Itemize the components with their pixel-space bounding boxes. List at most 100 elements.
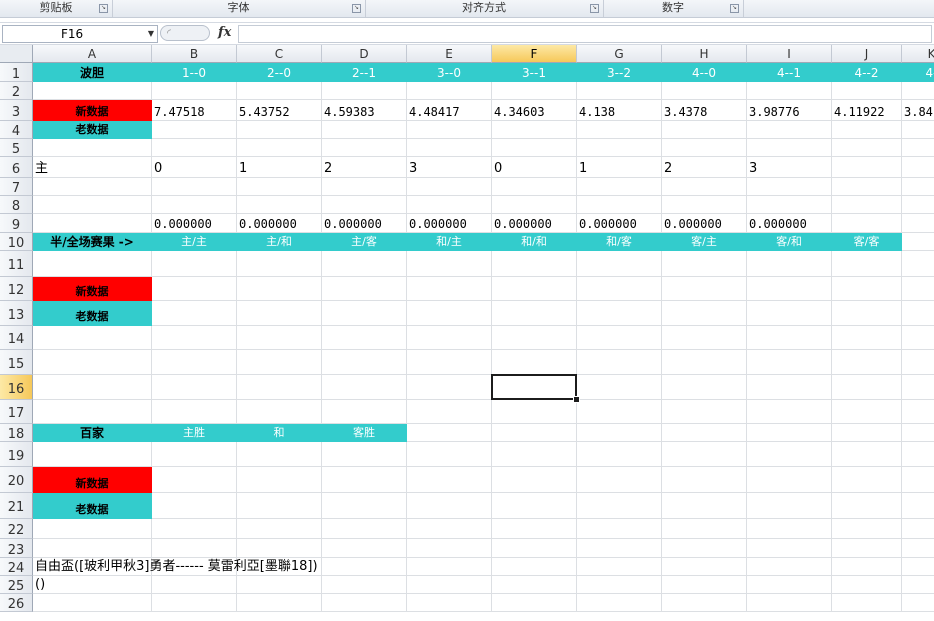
cell-j6[interactable] [832, 157, 902, 178]
cell-e13[interactable] [407, 301, 492, 326]
cell-i19[interactable] [747, 442, 832, 467]
cell-g16[interactable] [577, 375, 662, 400]
cell-c25[interactable] [237, 576, 322, 594]
cell-c18[interactable]: 和 [237, 424, 322, 442]
cell-h18[interactable] [662, 424, 747, 442]
cell-e4[interactable] [407, 121, 492, 139]
cell-g11[interactable] [577, 251, 662, 277]
cell-c4[interactable] [237, 121, 322, 139]
cell-d13[interactable] [322, 301, 407, 326]
cell-g4[interactable] [577, 121, 662, 139]
cell-e14[interactable] [407, 326, 492, 350]
cell-b22[interactable] [152, 519, 237, 539]
cell-k21[interactable] [902, 493, 934, 519]
cell-g1[interactable]: 3--2 [577, 63, 662, 82]
cell-j14[interactable] [832, 326, 902, 350]
cell-i26[interactable] [747, 594, 832, 612]
cell-k6[interactable] [902, 157, 934, 178]
cell-j5[interactable] [832, 139, 902, 157]
cell-e2[interactable] [407, 82, 492, 100]
cell-g25[interactable] [577, 576, 662, 594]
cell-e5[interactable] [407, 139, 492, 157]
cell-a4[interactable]: 老数据 [33, 121, 152, 139]
cell-e6[interactable]: 3 [407, 157, 492, 178]
cell-i12[interactable] [747, 277, 832, 301]
cell-i10[interactable]: 客/和 [747, 233, 832, 251]
cell-f8[interactable] [492, 196, 577, 214]
cell-b2[interactable] [152, 82, 237, 100]
cell-j10[interactable]: 客/客 [832, 233, 902, 251]
cell-h2[interactable] [662, 82, 747, 100]
cell-b18[interactable]: 主胜 [152, 424, 237, 442]
cell-a16[interactable] [33, 375, 152, 400]
cell-h16[interactable] [662, 375, 747, 400]
cell-i14[interactable] [747, 326, 832, 350]
cell-f1[interactable]: 3--1 [492, 63, 577, 82]
cell-a17[interactable] [33, 400, 152, 424]
cell-h24[interactable] [662, 558, 747, 576]
cell-a24[interactable]: 自由盃([玻利甲秋3]勇者------ 莫雷利亞[墨聯18]) [33, 558, 318, 576]
cell-d10[interactable]: 主/客 [322, 233, 407, 251]
cell-i9[interactable]: 0.000000 [747, 214, 832, 233]
cell-f10[interactable]: 和/和 [492, 233, 577, 251]
row-header-15[interactable]: 15 [0, 350, 33, 375]
cell-j18[interactable] [832, 424, 902, 442]
cell-f23[interactable] [492, 539, 577, 558]
column-header-g[interactable]: G [577, 45, 662, 63]
cell-c2[interactable] [237, 82, 322, 100]
cell-d3[interactable]: 4.59383 [322, 100, 407, 121]
cell-f19[interactable] [492, 442, 577, 467]
cell-e8[interactable] [407, 196, 492, 214]
cell-g26[interactable] [577, 594, 662, 612]
cell-i24[interactable] [747, 558, 832, 576]
cell-c20[interactable] [237, 467, 322, 493]
cell-g6[interactable]: 1 [577, 157, 662, 178]
cell-i11[interactable] [747, 251, 832, 277]
cell-d26[interactable] [322, 594, 407, 612]
cell-b23[interactable] [152, 539, 237, 558]
cell-g23[interactable] [577, 539, 662, 558]
cell-b21[interactable] [152, 493, 237, 519]
cell-k16[interactable] [902, 375, 934, 400]
row-header-21[interactable]: 21 [0, 493, 33, 519]
cell-h20[interactable] [662, 467, 747, 493]
cell-h5[interactable] [662, 139, 747, 157]
cell-a20[interactable]: 新数据 [33, 467, 152, 493]
cell-f14[interactable] [492, 326, 577, 350]
cell-c1[interactable]: 2--0 [237, 63, 322, 82]
cell-i15[interactable] [747, 350, 832, 375]
function-fx-icon[interactable]: fx [218, 25, 231, 40]
cell-f5[interactable] [492, 139, 577, 157]
cell-b19[interactable] [152, 442, 237, 467]
cell-i8[interactable] [747, 196, 832, 214]
cell-b10[interactable]: 主/主 [152, 233, 237, 251]
row-header-13[interactable]: 13 [0, 301, 33, 326]
cell-e16[interactable] [407, 375, 492, 400]
cell-i16[interactable] [747, 375, 832, 400]
row-header-22[interactable]: 22 [0, 519, 33, 539]
column-header-k[interactable]: K [902, 45, 934, 63]
cell-a26[interactable] [33, 594, 152, 612]
cell-g13[interactable] [577, 301, 662, 326]
cell-c16[interactable] [237, 375, 322, 400]
cell-a25[interactable]: () [33, 576, 152, 594]
cell-b3[interactable]: 7.47518 [152, 100, 237, 121]
cell-c8[interactable] [237, 196, 322, 214]
cell-g14[interactable] [577, 326, 662, 350]
column-header-c[interactable]: C [237, 45, 322, 63]
row-header-25[interactable]: 25 [0, 576, 33, 594]
cell-c11[interactable] [237, 251, 322, 277]
cell-c15[interactable] [237, 350, 322, 375]
row-header-5[interactable]: 5 [0, 139, 33, 157]
column-header-e[interactable]: E [407, 45, 492, 63]
cell-k12[interactable] [902, 277, 934, 301]
cell-a3[interactable]: 新数据 [33, 100, 152, 121]
cell-g5[interactable] [577, 139, 662, 157]
fill-handle[interactable] [573, 396, 580, 403]
cell-a5[interactable] [33, 139, 152, 157]
cell-c14[interactable] [237, 326, 322, 350]
cell-k1[interactable]: 4- [902, 63, 934, 82]
cell-g17[interactable] [577, 400, 662, 424]
select-all-corner[interactable] [0, 45, 33, 63]
cell-i1[interactable]: 4--1 [747, 63, 832, 82]
